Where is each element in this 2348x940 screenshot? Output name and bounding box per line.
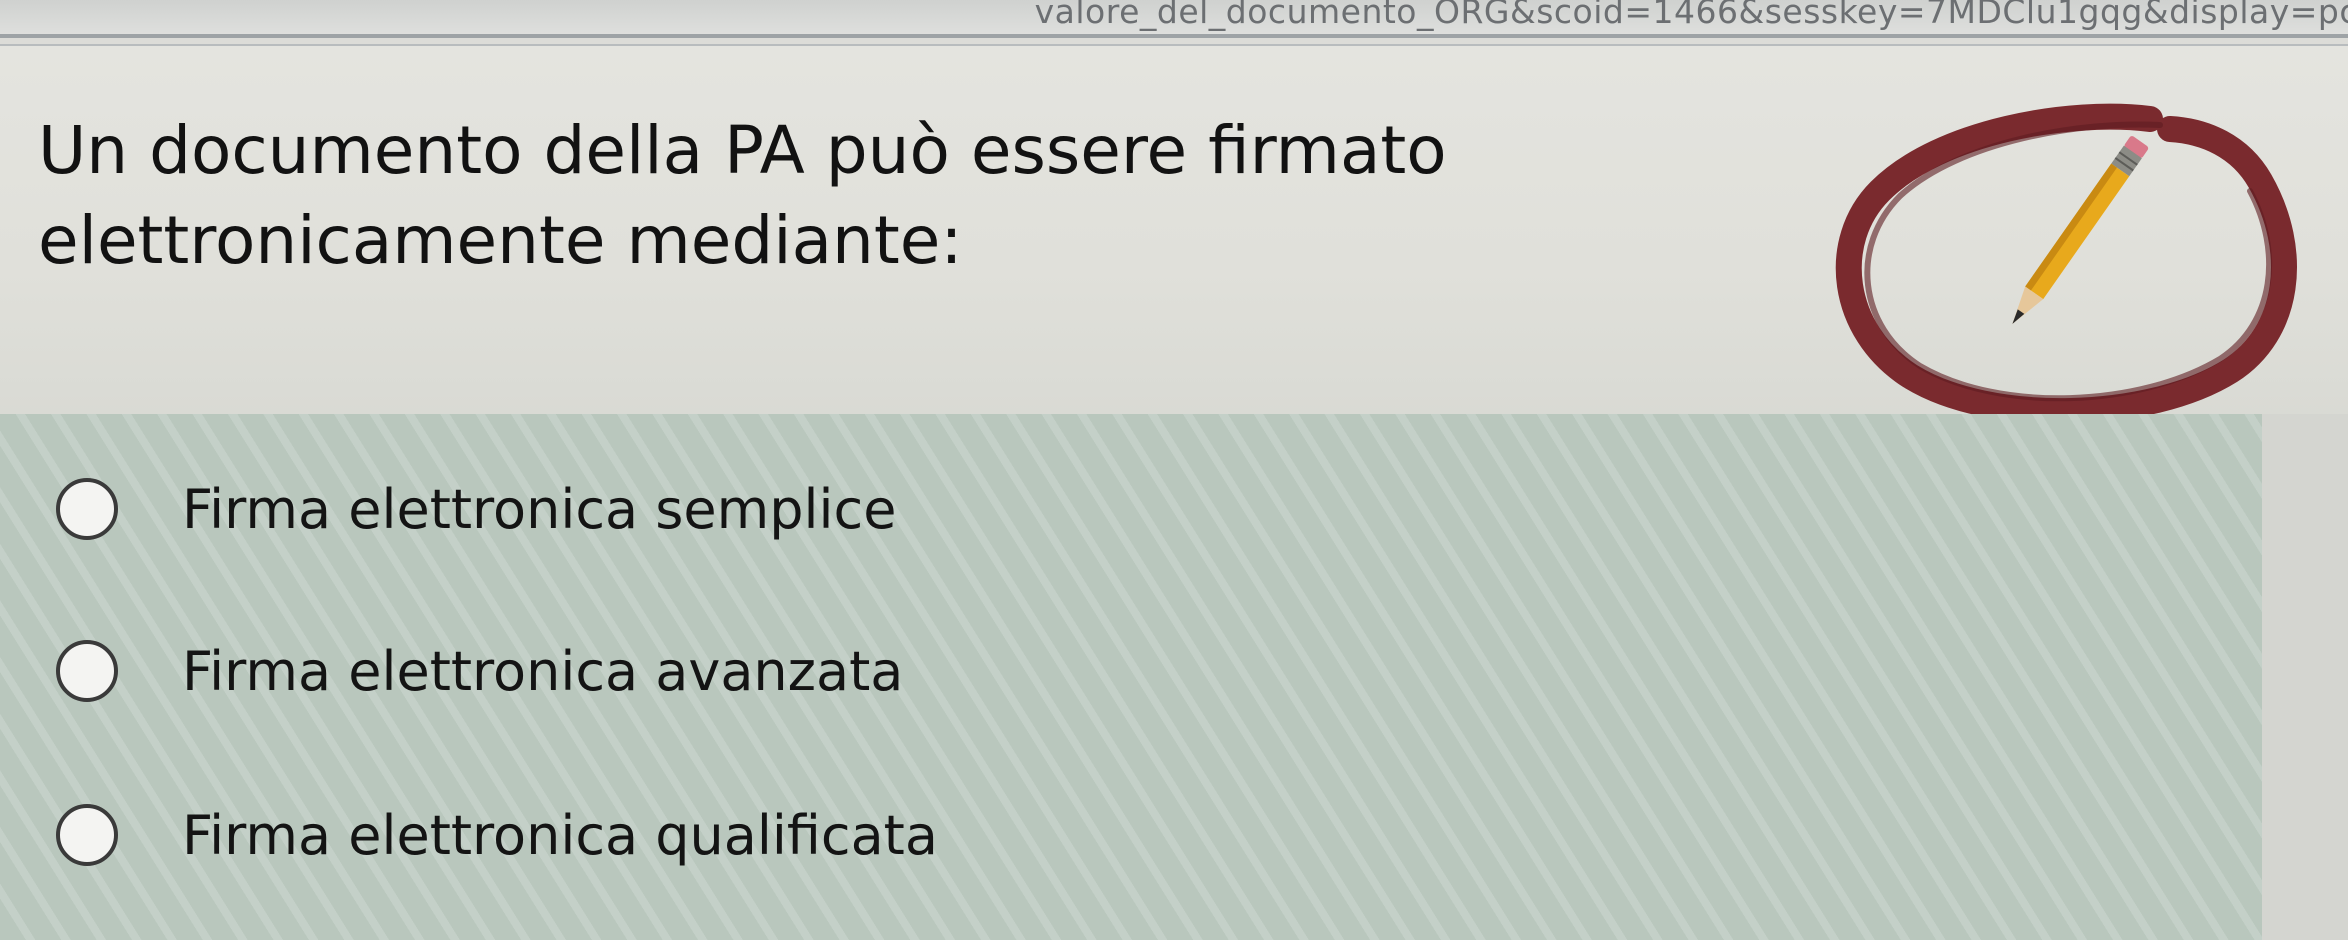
answer-label[interactable]: Firma elettronica avanzata <box>182 640 903 703</box>
radio-button[interactable] <box>56 478 118 540</box>
answer-option-qualificata[interactable]: Firma elettronica qualificata <box>56 790 938 880</box>
answer-label[interactable]: Firma elettronica semplice <box>182 478 896 541</box>
answers-panel: Firma elettronica semplice Firma elettro… <box>0 414 2262 940</box>
radio-button[interactable] <box>56 804 118 866</box>
answer-option-avanzata[interactable]: Firma elettronica avanzata <box>56 626 903 716</box>
page-margin <box>2262 414 2348 940</box>
url-text: valore_del_documento_ORG&scoid=1466&sess… <box>1034 0 2348 31</box>
answer-option-semplice[interactable]: Firma elettronica semplice <box>56 464 896 554</box>
answer-label[interactable]: Firma elettronica qualificata <box>182 804 938 867</box>
question-container: Un documento della PA può essere firmato… <box>0 46 2348 425</box>
browser-address-bar[interactable]: valore_del_documento_ORG&scoid=1466&sess… <box>0 0 2348 34</box>
radio-button[interactable] <box>56 640 118 702</box>
question-text: Un documento della PA può essere firmato… <box>38 112 1447 279</box>
header-divider <box>0 34 2348 38</box>
